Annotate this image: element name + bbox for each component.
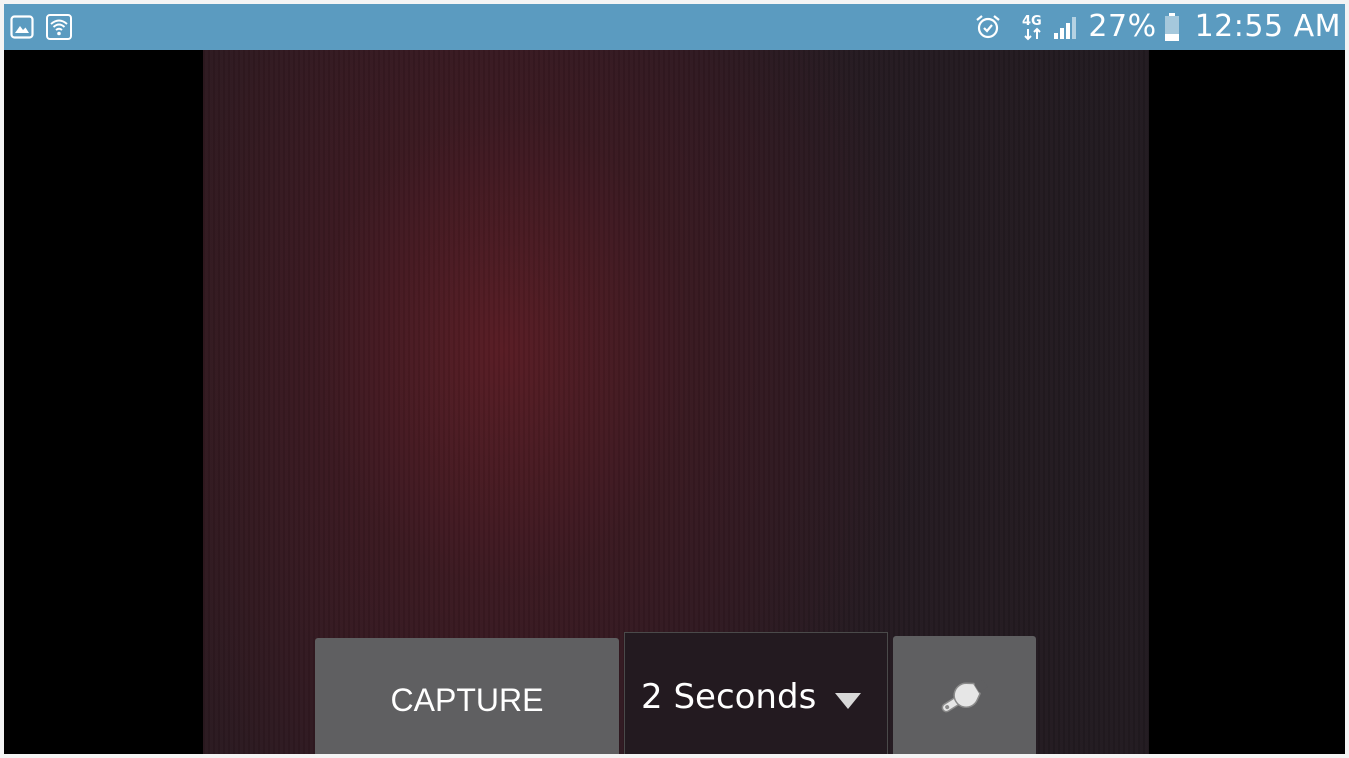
gallery-icon: [10, 15, 34, 39]
timer-value: 2 Seconds: [641, 677, 817, 717]
signal-icon: [1052, 13, 1080, 41]
status-bar-right: 4G 27% 12:55 AM: [974, 4, 1341, 50]
status-bar-left: [10, 4, 72, 50]
network-4g-icon: 4G: [1020, 12, 1046, 42]
clock: 12:55 AM: [1194, 9, 1341, 44]
wifi-icon: [46, 14, 72, 40]
battery-percent: 27%: [1088, 9, 1157, 44]
status-bar: 4G 27% 12:55 AM: [4, 4, 1345, 50]
wrench-icon: [933, 672, 997, 720]
timer-dropdown[interactable]: 2 Seconds: [624, 632, 888, 754]
settings-button[interactable]: [893, 636, 1036, 754]
battery-icon: [1163, 12, 1181, 42]
dropdown-arrow-icon: [835, 693, 861, 709]
capture-button[interactable]: CAPTURE: [315, 638, 619, 754]
capture-button-label: CAPTURE: [390, 682, 544, 718]
device-screen: 4G 27% 12:55 AM CAPTURE 2 Seconds: [4, 4, 1345, 754]
network-type-label: 4G: [1022, 14, 1042, 29]
alarm-icon: [974, 13, 1002, 41]
